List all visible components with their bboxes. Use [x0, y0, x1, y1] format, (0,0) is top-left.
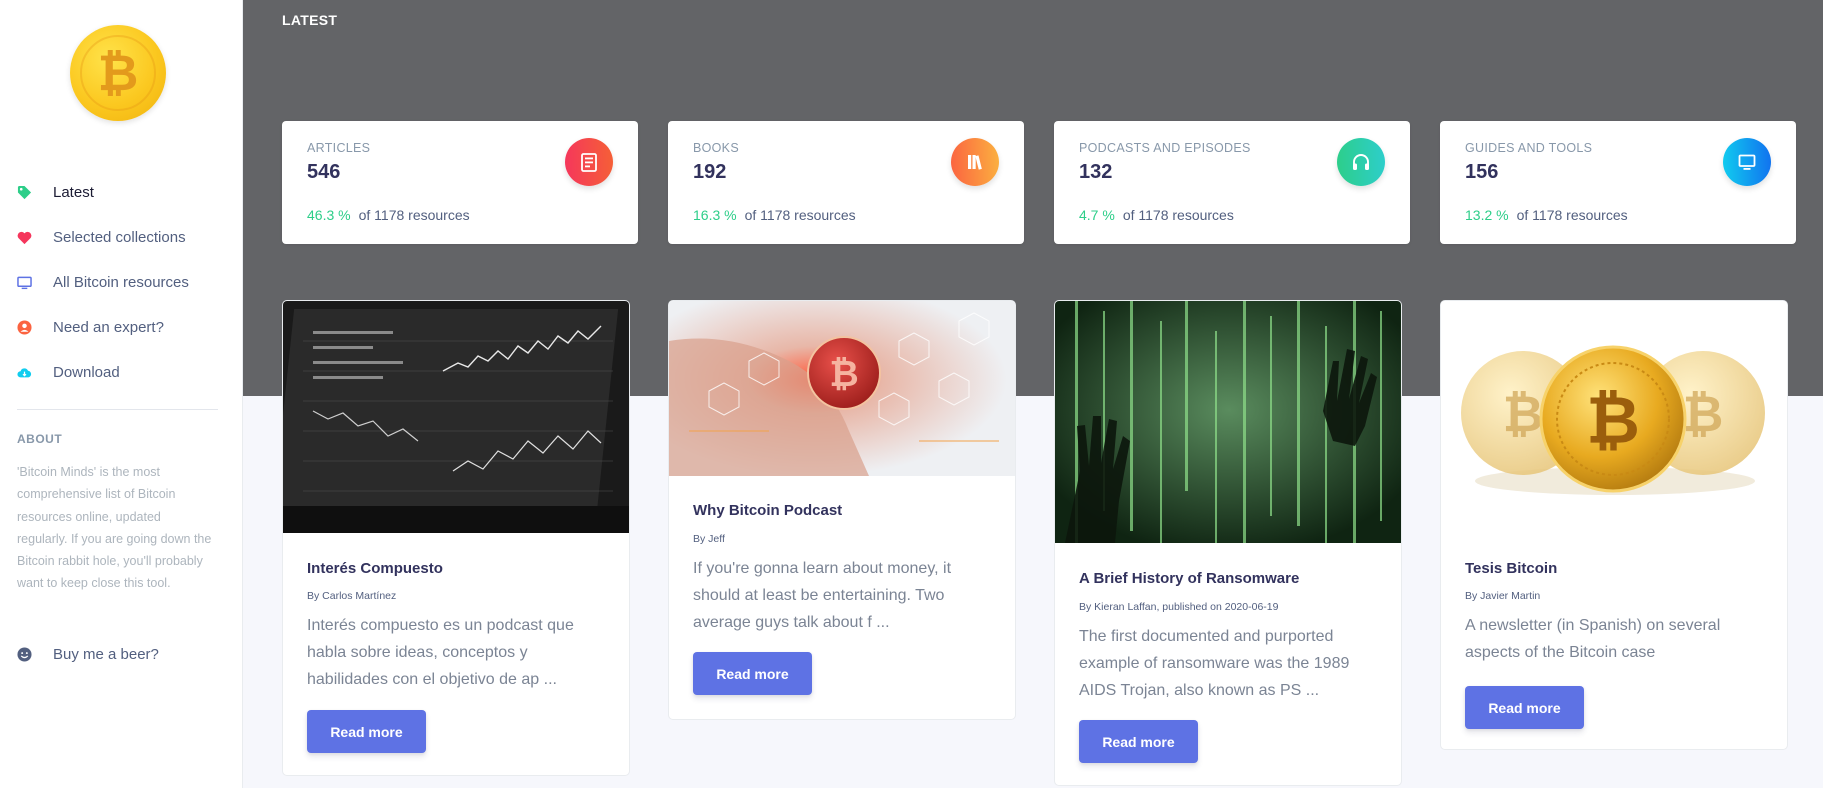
card-image-trading-chart[interactable] [283, 301, 629, 533]
smiley-icon [17, 647, 32, 662]
sidebar-item-label: Selected collections [53, 229, 186, 246]
stat-percent: 46.3 % [307, 207, 351, 223]
sidebar-item-label: All Bitcoin resources [53, 274, 189, 291]
card-title[interactable]: Interés Compuesto [307, 560, 443, 577]
stat-value: 192 [693, 161, 727, 183]
user-circle-icon [17, 320, 32, 335]
about-heading: ABOUT [17, 432, 63, 446]
card-title[interactable]: Tesis Bitcoin [1465, 560, 1557, 577]
card-description: A newsletter (in Spanish) on several asp… [1465, 617, 1721, 661]
card-author: By Javier Martin [1465, 590, 1541, 602]
sidebar-item-download[interactable]: Download [0, 350, 243, 395]
stat-of-total: of 1178 resources [744, 207, 856, 223]
card-image-matrix-hands[interactable] [1055, 301, 1401, 543]
stat-label: GUIDES AND TOOLS [1465, 141, 1593, 155]
svg-text:₿: ₿ [1586, 382, 1640, 459]
page-title: LATEST [282, 12, 338, 28]
stat-card-books[interactable]: BOOKS 192 16.3 % of 1178 resources [668, 121, 1024, 244]
read-more-button[interactable]: Read more [693, 652, 812, 695]
sidebar-item-label: Need an expert? [53, 319, 164, 336]
stat-percent: 16.3 % [693, 207, 737, 223]
stat-of-total: of 1178 resources [1122, 207, 1234, 223]
sidebar-nav: Latest Selected collections All Bitcoin … [0, 170, 243, 395]
resource-card: A Brief History of Ransomware By Kieran … [1054, 300, 1402, 786]
resource-card: ₿ Why Bitcoin Podcast By Jeff If you're … [668, 300, 1016, 720]
resource-card: ₿ ₿ ₿ Tesis Bitcoin By Javier Martin A n… [1440, 300, 1788, 750]
read-more-button[interactable]: Read more [1079, 720, 1198, 763]
stat-footer: 13.2 % of 1178 resources [1465, 207, 1628, 223]
stat-card-articles[interactable]: ARTICLES 546 46.3 % of 1178 resources [282, 121, 638, 244]
sidebar-beer-section: Buy me a beer? [0, 632, 243, 677]
document-icon [565, 138, 613, 186]
svg-text:₿: ₿ [829, 354, 858, 395]
bitcoin-icon: ₿ [97, 44, 139, 102]
card-description: If you're gonna learn about money, it sh… [693, 560, 952, 631]
heart-icon [17, 230, 32, 245]
headphones-icon [1337, 138, 1385, 186]
bitcoin-logo-ring: ₿ [80, 35, 156, 111]
stat-footer: 4.7 % of 1178 resources [1079, 207, 1234, 223]
stat-card-podcasts[interactable]: PODCASTS AND EPISODES 132 4.7 % of 1178 r… [1054, 121, 1410, 244]
sidebar-item-label: Download [53, 364, 120, 381]
stat-value: 546 [307, 161, 341, 183]
card-title[interactable]: Why Bitcoin Podcast [693, 502, 842, 519]
tag-icon [17, 185, 32, 200]
svg-text:₿: ₿ [1503, 385, 1544, 443]
books-icon [951, 138, 999, 186]
stat-percent: 13.2 % [1465, 207, 1509, 223]
read-more-button[interactable]: Read more [1465, 686, 1584, 729]
card-author: By Carlos Martínez [307, 590, 397, 602]
stat-of-total: of 1178 resources [1516, 207, 1628, 223]
bitcoin-logo[interactable]: ₿ [70, 25, 166, 121]
sidebar-item-label: Latest [53, 184, 94, 201]
stat-label: ARTICLES [307, 141, 371, 155]
stat-value: 156 [1465, 161, 1499, 183]
sidebar-item-latest[interactable]: Latest [0, 170, 243, 215]
resource-card: Interés Compuesto By Carlos Martínez Int… [282, 300, 630, 776]
stat-percent: 4.7 % [1079, 207, 1115, 223]
monitor-icon [17, 275, 32, 290]
stat-card-guides[interactable]: GUIDES AND TOOLS 156 13.2 % of 1178 resou… [1440, 121, 1796, 244]
sidebar-item-need-an-expert[interactable]: Need an expert? [0, 305, 243, 350]
sidebar-divider [17, 409, 218, 410]
card-image-bitcoin-hand[interactable]: ₿ [669, 301, 1015, 476]
card-image-gold-coins[interactable]: ₿ ₿ ₿ [1441, 301, 1787, 533]
read-more-button[interactable]: Read more [307, 710, 426, 753]
stat-of-total: of 1178 resources [358, 207, 470, 223]
sidebar-item-selected-collections[interactable]: Selected collections [0, 215, 243, 260]
stat-footer: 46.3 % of 1178 resources [307, 207, 470, 223]
stat-value: 132 [1079, 161, 1113, 183]
stat-label: PODCASTS AND EPISODES [1079, 141, 1251, 155]
cloud-download-icon [17, 365, 32, 380]
sidebar-item-all-bitcoin-resources[interactable]: All Bitcoin resources [0, 260, 243, 305]
svg-text:₿: ₿ [1683, 385, 1724, 443]
card-title[interactable]: A Brief History of Ransomware [1079, 570, 1299, 587]
card-description: Interés compuesto es un podcast que habl… [307, 617, 574, 688]
about-text: 'Bitcoin Minds' is the most comprehensiv… [17, 465, 212, 591]
card-description: The first documented and purported examp… [1079, 628, 1350, 699]
card-author: By Kieran Laffan, published on 2020-06-1… [1079, 601, 1279, 613]
sidebar: ₿ Latest Selected collections All Bitcoi… [0, 0, 243, 788]
beer-label: Buy me a beer? [53, 646, 159, 663]
stat-footer: 16.3 % of 1178 resources [693, 207, 856, 223]
card-author: By Jeff [693, 533, 725, 545]
stat-label: BOOKS [693, 141, 739, 155]
buy-me-a-beer-link[interactable]: Buy me a beer? [0, 632, 243, 677]
monitor-icon [1723, 138, 1771, 186]
